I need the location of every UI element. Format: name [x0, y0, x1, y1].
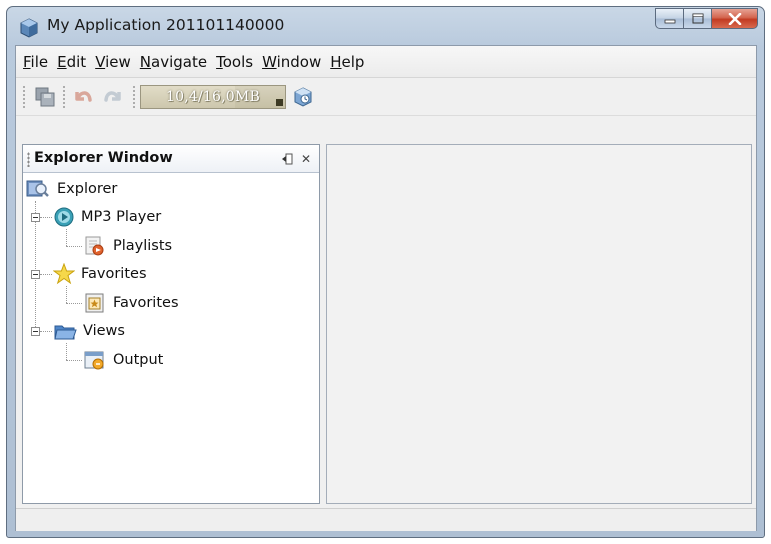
tree-node-label: MP3 Player: [81, 209, 162, 225]
tree-node-label: Favorites: [113, 295, 179, 311]
caption-buttons: [655, 8, 758, 30]
toolbar: 10,4/16,0MB: [16, 78, 756, 116]
tree-node-explorer[interactable]: Explorer: [25, 177, 117, 201]
favorites-item-icon: [85, 293, 104, 313]
tree-node-label: Views: [83, 323, 125, 339]
menu-help[interactable]: Help: [326, 53, 368, 71]
tree-line: [40, 217, 52, 218]
menu-help-mnemonic: H: [330, 52, 342, 71]
tree-node-label: Favorites: [81, 266, 147, 282]
toolbar-separator: [62, 84, 66, 109]
tree-expander-favorites[interactable]: [31, 270, 40, 279]
memory-usage-indicator[interactable]: 10,4/16,0MB: [140, 84, 286, 109]
undo-icon: [75, 90, 92, 102]
toolbar-grip[interactable]: [22, 84, 26, 109]
close-panel-icon[interactable]: ✕: [301, 152, 311, 166]
explorer-window: Explorer Window ✕ Explorer MP3 Player Pl…: [22, 144, 320, 504]
garbage-collect-icon: [294, 86, 312, 107]
tree-line: [66, 303, 82, 304]
mp3-player-icon: [54, 207, 74, 227]
menu-edit-label: dit: [66, 52, 87, 71]
menu-view-label: iew: [105, 52, 131, 71]
toolbar-separator-2: [132, 84, 136, 109]
menu-window-mnemonic: W: [262, 52, 277, 71]
favorites-star-icon: [53, 263, 75, 285]
maximize-icon: [692, 13, 703, 24]
tree-line: [40, 274, 52, 275]
tree-line: [66, 343, 67, 360]
close-button[interactable]: [712, 8, 758, 29]
menu-navigate[interactable]: Navigate: [136, 53, 211, 71]
explorer-root-icon: [26, 180, 49, 197]
garbage-collect-button[interactable]: [290, 84, 316, 110]
tree-node-favorites-child[interactable]: Favorites: [83, 291, 179, 315]
tree-node-label: Playlists: [113, 238, 173, 254]
application-window: My Application 201101140000 File Edit Vi…: [6, 6, 765, 538]
views-folder-icon: [54, 325, 77, 340]
minimize-icon: [664, 19, 675, 23]
explorer-header[interactable]: Explorer Window ✕: [23, 145, 319, 173]
menu-window[interactable]: Window: [258, 53, 325, 71]
tree-line: [66, 360, 82, 361]
tree-line: [66, 246, 82, 247]
menu-tools-mnemonic: T: [216, 52, 223, 71]
tree-expander-views[interactable]: [31, 327, 40, 336]
minimize-button[interactable]: [655, 8, 684, 29]
app-cube-icon: [20, 18, 38, 38]
tree-node-label: Explorer: [57, 181, 118, 197]
tree-line: [40, 331, 52, 332]
save-all-icon: [35, 87, 55, 106]
editor-area[interactable]: [326, 144, 752, 504]
menu-navigate-label: avigate: [151, 52, 208, 71]
tree-expander-mp3-player[interactable]: [31, 213, 40, 222]
undo-button[interactable]: [70, 84, 96, 110]
menu-edit-mnemonic: E: [57, 52, 67, 71]
tree-node-playlists[interactable]: Playlists: [83, 234, 172, 258]
window-title: My Application 201101140000: [47, 16, 285, 34]
playlists-icon: [85, 236, 104, 256]
menu-navigate-mnemonic: N: [139, 52, 152, 71]
minimize-panel-icon[interactable]: [281, 153, 293, 165]
menu-window-label: indow: [276, 52, 322, 71]
tree-node-output[interactable]: Output: [83, 348, 163, 372]
menu-tools[interactable]: Tools: [212, 53, 257, 71]
status-bar: [16, 508, 756, 531]
menu-bar: File Edit View Navigate Tools Window Hel…: [16, 46, 756, 78]
menu-file-label: ile: [30, 52, 49, 71]
tree-line: [66, 229, 67, 246]
menu-view[interactable]: View: [91, 53, 135, 71]
explorer-title: Explorer Window: [34, 150, 173, 166]
menu-tools-label: ools: [222, 52, 254, 71]
memory-usage-label: 10,4/16,0MB: [166, 88, 260, 105]
memory-marker: [276, 98, 283, 106]
menu-edit[interactable]: Edit: [53, 53, 90, 71]
tree-node-favorites[interactable]: Favorites: [53, 262, 147, 286]
menu-help-label: elp: [341, 52, 365, 71]
tree-node-views[interactable]: Views: [53, 319, 125, 343]
title-bar[interactable]: My Application 201101140000: [7, 7, 764, 45]
explorer-grip[interactable]: [27, 152, 30, 167]
redo-icon: [104, 90, 121, 102]
output-icon: [84, 351, 104, 370]
tree-line: [66, 286, 67, 303]
redo-button[interactable]: [100, 84, 126, 110]
close-icon: [728, 12, 741, 25]
client-area: File Edit View Navigate Tools Window Hel…: [15, 45, 757, 531]
tree-node-mp3-player[interactable]: MP3 Player: [53, 205, 161, 229]
menu-file[interactable]: File: [19, 53, 52, 71]
maximize-button[interactable]: [684, 8, 712, 29]
save-all-button[interactable]: [32, 84, 58, 110]
tree-node-label: Output: [113, 352, 164, 368]
menu-view-mnemonic: V: [95, 52, 106, 71]
menu-file-mnemonic: F: [23, 52, 31, 71]
